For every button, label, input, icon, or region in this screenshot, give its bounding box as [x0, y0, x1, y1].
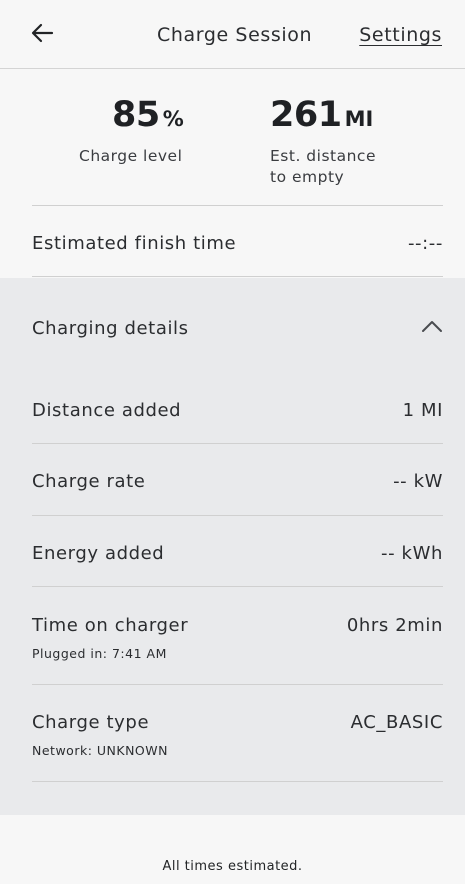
distance-to-empty-label: Est. distance to empty [270, 147, 376, 186]
energy-added-value: -- kWh [381, 543, 443, 564]
divider [32, 276, 443, 277]
footer-note: All times estimated. [162, 859, 303, 874]
top-bar: Charge Session Settings [0, 0, 465, 69]
charge-level-stat: 85% Charge level [79, 92, 184, 167]
charging-details-title: Charging details [32, 318, 189, 339]
divider [32, 205, 443, 206]
time-on-charger-value: 0hrs 2min [346, 615, 443, 636]
divider [32, 515, 443, 516]
time-on-charger-label: Time on charger [32, 615, 189, 636]
back-button[interactable] [28, 18, 58, 48]
distance-added-value: 1 MI [402, 400, 443, 421]
distance-to-empty-stat: 261 MI Est. distance to empty [270, 92, 376, 188]
charge-level-label: Charge level [79, 147, 183, 165]
charge-level-unit: % [162, 107, 184, 131]
distance-added-label: Distance added [32, 400, 182, 421]
finish-time-label: Estimated finish time [32, 233, 237, 254]
divider [32, 684, 443, 685]
charge-level-value: 85% [112, 95, 184, 135]
page-title: Charge Session [157, 24, 313, 46]
energy-added-label: Energy added [32, 543, 165, 564]
distance-to-empty-value: 261 MI [270, 95, 374, 135]
arrow-left-icon [31, 23, 54, 43]
charge-rate-value: -- kW [393, 471, 443, 492]
divider [32, 586, 443, 587]
plugged-in-time: Plugged in: 7:41 AM [32, 646, 167, 661]
charge-type-value: AC_BASIC [350, 712, 443, 733]
divider [32, 781, 443, 782]
charge-rate-label: Charge rate [32, 471, 146, 492]
charge-type-label: Charge type [32, 712, 150, 733]
chevron-up-icon[interactable] [420, 317, 444, 335]
settings-link[interactable]: Settings [359, 22, 442, 48]
divider [32, 443, 443, 444]
distance-to-empty-unit: MI [344, 107, 374, 131]
network-info: Network: UNKNOWN [32, 743, 168, 758]
finish-time-value: --:-- [407, 233, 443, 254]
